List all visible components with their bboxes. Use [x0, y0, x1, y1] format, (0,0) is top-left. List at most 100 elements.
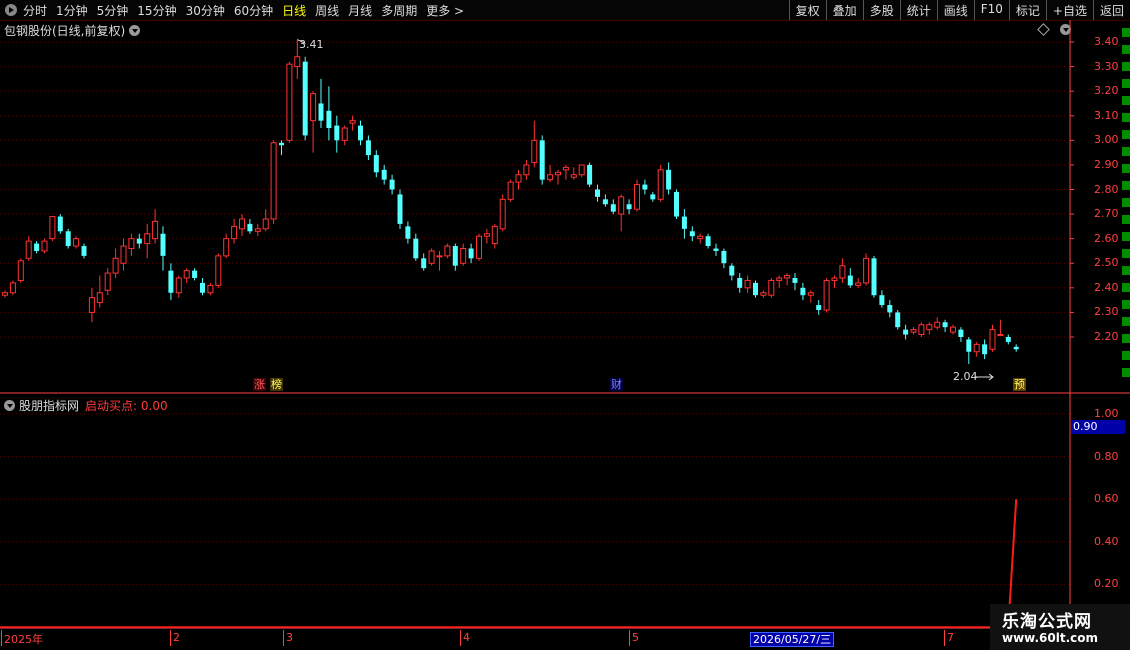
candle[interactable] [602, 194, 608, 207]
candle[interactable] [831, 275, 838, 288]
candle[interactable] [784, 273, 791, 286]
candle[interactable] [839, 258, 846, 283]
candle[interactable] [120, 238, 127, 271]
candle[interactable] [223, 233, 230, 259]
candle[interactable] [365, 135, 371, 160]
candle[interactable] [57, 214, 63, 234]
candle[interactable] [1005, 334, 1011, 345]
candle[interactable] [96, 275, 103, 308]
candle[interactable] [666, 162, 672, 195]
candle[interactable] [41, 238, 48, 254]
candle[interactable] [634, 179, 640, 212]
candle[interactable] [973, 341, 980, 357]
candle[interactable] [483, 228, 490, 244]
candle[interactable] [721, 248, 727, 269]
candle[interactable] [942, 319, 948, 333]
candle[interactable] [65, 228, 71, 249]
candle[interactable] [863, 253, 870, 286]
candle[interactable] [49, 216, 56, 242]
candle[interactable] [73, 236, 80, 249]
candle[interactable] [25, 236, 32, 261]
candle[interactable] [610, 199, 616, 215]
candle[interactable] [468, 243, 474, 264]
candle[interactable] [192, 268, 198, 281]
candle[interactable] [104, 268, 111, 296]
candle[interactable] [373, 150, 379, 178]
candle[interactable] [737, 273, 743, 293]
candle[interactable] [595, 184, 600, 202]
candle[interactable] [618, 194, 625, 232]
candle[interactable] [381, 164, 387, 185]
candle[interactable] [397, 189, 403, 229]
candle[interactable] [539, 135, 545, 185]
candle[interactable] [160, 226, 166, 271]
candle[interactable] [855, 278, 862, 288]
candle[interactable] [697, 233, 704, 244]
kline-chart[interactable] [0, 0, 1130, 650]
candle[interactable] [136, 233, 142, 249]
candle[interactable] [17, 258, 24, 283]
event-badge[interactable]: 榜 [270, 378, 283, 391]
candle[interactable] [713, 243, 719, 256]
candle[interactable] [499, 194, 506, 232]
candle[interactable] [997, 319, 1004, 337]
candle[interactable] [444, 243, 451, 259]
candle[interactable] [681, 209, 687, 239]
candle[interactable] [254, 223, 261, 237]
candle[interactable] [768, 278, 775, 298]
candle[interactable] [200, 278, 205, 296]
candle[interactable] [642, 179, 648, 195]
candle[interactable] [578, 164, 585, 178]
candle[interactable] [958, 327, 964, 342]
candle[interactable] [491, 223, 498, 249]
candle[interactable] [286, 61, 293, 143]
candle[interactable] [847, 268, 853, 288]
candle[interactable] [88, 287, 95, 323]
candle[interactable] [555, 169, 561, 185]
candle[interactable] [476, 233, 482, 261]
event-badge[interactable]: 预 [1013, 378, 1026, 391]
candle[interactable] [262, 209, 269, 232]
candle[interactable] [729, 263, 735, 281]
candle[interactable] [887, 300, 893, 318]
event-badge[interactable]: 财 [610, 378, 623, 391]
candle[interactable] [531, 120, 538, 168]
candle[interactable] [626, 199, 632, 215]
candle[interactable] [966, 337, 972, 365]
candle[interactable] [302, 56, 308, 141]
candle[interactable] [910, 327, 917, 335]
candle[interactable] [523, 160, 530, 180]
candle[interactable] [547, 164, 554, 183]
candle[interactable] [310, 91, 317, 153]
candle[interactable] [587, 162, 593, 188]
candle[interactable] [823, 278, 830, 313]
event-badge[interactable]: 涨 [253, 378, 266, 391]
candle[interactable] [341, 125, 348, 146]
candle[interactable] [34, 241, 40, 254]
candle[interactable] [413, 233, 419, 261]
candle[interactable] [428, 248, 435, 266]
candle[interactable] [570, 167, 577, 180]
candle[interactable] [515, 169, 522, 190]
candle[interactable] [879, 290, 885, 308]
candle[interactable] [128, 233, 135, 256]
candle[interactable] [334, 115, 340, 153]
candle[interactable] [650, 191, 656, 202]
candle[interactable] [239, 214, 245, 237]
candle[interactable] [318, 78, 324, 129]
candle[interactable] [800, 282, 806, 301]
candle[interactable] [112, 248, 119, 279]
candle[interactable] [349, 115, 356, 131]
candle[interactable] [175, 275, 182, 298]
candle[interactable] [989, 324, 996, 352]
candle[interactable] [776, 275, 783, 288]
candle[interactable] [207, 282, 214, 296]
candle[interactable] [460, 243, 467, 266]
candle[interactable] [279, 140, 284, 156]
candle[interactable] [895, 309, 901, 330]
candle[interactable] [215, 253, 222, 288]
candle[interactable] [918, 322, 925, 337]
candle[interactable] [950, 324, 956, 335]
candle[interactable] [926, 322, 933, 335]
candle[interactable] [753, 280, 758, 298]
